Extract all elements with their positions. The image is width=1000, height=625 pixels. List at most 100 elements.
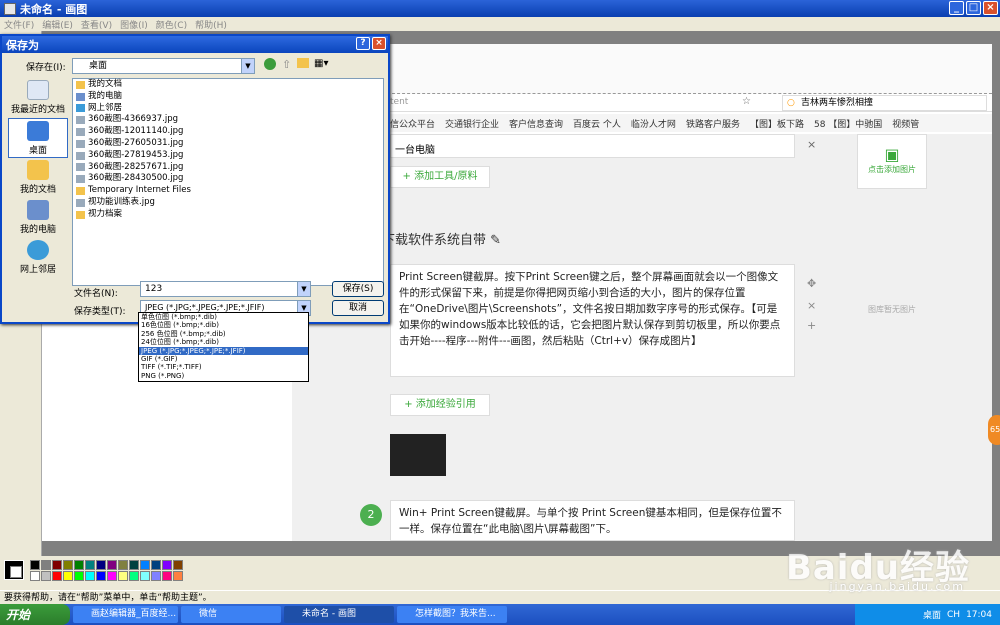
list-item[interactable]: 360截图-27605031.jpg <box>73 138 383 150</box>
color-swatch[interactable] <box>162 571 172 581</box>
color-swatch[interactable] <box>129 560 139 570</box>
bookmark-2[interactable]: 交通银行企业 <box>445 117 499 130</box>
search-box[interactable]: ○ 吉林两车惨烈相撞 <box>782 95 987 111</box>
color-swatch[interactable] <box>129 571 139 581</box>
bookmark-3[interactable]: 客户信息查询 <box>509 117 563 130</box>
back-icon[interactable] <box>264 58 276 70</box>
up-folder-icon[interactable]: ⇧ <box>282 58 291 71</box>
color-swatch[interactable] <box>96 571 106 581</box>
menu-colors[interactable]: 颜色(C) <box>156 18 187 31</box>
maximize-button[interactable]: □ <box>966 1 981 15</box>
color-swatch[interactable] <box>52 571 62 581</box>
dialog-close-button[interactable]: × <box>372 37 386 50</box>
tool-field[interactable]: 一台电脑 <box>390 134 795 158</box>
menu-file[interactable]: 文件(F) <box>4 18 34 31</box>
dropdown-option[interactable]: 24位位图 (*.bmp;*.dib) <box>139 338 308 346</box>
star-icon[interactable]: ☆ <box>742 96 751 107</box>
new-folder-icon[interactable] <box>297 58 309 68</box>
file-list[interactable]: 我的文档 我的电脑 网上邻居 360截图-4366937.jpg 360截图-1… <box>72 78 384 286</box>
color-swatch[interactable] <box>151 560 161 570</box>
bookmark-7[interactable]: 【图】板下路 <box>750 117 804 130</box>
color-swatch[interactable] <box>107 560 117 570</box>
color-swatch[interactable] <box>118 571 128 581</box>
step1-text[interactable]: Print Screen键截屏。按下Print Screen键之后，整个屏幕画面… <box>390 264 795 377</box>
add-icon[interactable]: + <box>807 319 816 332</box>
list-item[interactable]: Temporary Internet Files <box>73 185 383 197</box>
close-icon[interactable]: × <box>807 138 816 151</box>
color-swatch[interactable] <box>74 571 84 581</box>
color-swatch[interactable] <box>162 560 172 570</box>
color-swatch[interactable] <box>85 571 95 581</box>
place-my-computer[interactable]: 我的电脑 <box>8 198 68 238</box>
list-item[interactable]: 360截图-4366937.jpg <box>73 114 383 126</box>
place-network[interactable]: 网上邻居 <box>8 238 68 278</box>
floating-badge[interactable]: 65 <box>988 415 1000 445</box>
task-paint[interactable]: 未命名 - 画图 <box>284 606 394 623</box>
color-swatch[interactable] <box>52 560 62 570</box>
start-button[interactable]: 开始 <box>0 604 70 625</box>
dropdown-option-selected[interactable]: JPEG (*.JPG;*.JPEG;*.JPE;*.JFIF) <box>139 346 308 355</box>
menu-view[interactable]: 查看(V) <box>81 18 112 31</box>
delete-icon[interactable]: × <box>807 299 816 312</box>
task-wechat[interactable]: 微信 <box>181 606 281 623</box>
list-item[interactable]: 网上邻居 <box>73 103 383 115</box>
color-swatch[interactable] <box>74 560 84 570</box>
menu-help[interactable]: 帮助(H) <box>195 18 227 31</box>
bookmark-4[interactable]: 百度云 个人 <box>573 117 621 130</box>
list-item[interactable]: 视功能训练表.jpg <box>73 197 383 209</box>
place-my-documents[interactable]: 我的文档 <box>8 158 68 198</box>
color-swatch[interactable] <box>118 560 128 570</box>
color-swatch[interactable] <box>96 560 106 570</box>
minimize-button[interactable]: _ <box>949 1 964 15</box>
dropdown-option[interactable]: TIFF (*.TIF;*.TIFF) <box>139 363 308 371</box>
color-swatch[interactable] <box>85 560 95 570</box>
list-item[interactable]: 360截图-28257671.jpg <box>73 162 383 174</box>
move-icon[interactable]: ✥ <box>807 277 816 290</box>
background-color[interactable] <box>10 566 22 578</box>
list-item[interactable]: 我的文档 <box>73 79 383 91</box>
color-swatch[interactable] <box>41 571 51 581</box>
close-button[interactable]: × <box>983 1 998 15</box>
save-in-combo[interactable]: 桌面 ▼ <box>72 58 255 74</box>
address-bar[interactable]: tent ☆ ○ 吉林两车惨烈相撞 <box>382 94 992 112</box>
color-swatch[interactable] <box>140 560 150 570</box>
color-swatch[interactable] <box>173 571 183 581</box>
dropdown-option[interactable]: 256 色位图 (*.bmp;*.dib) <box>139 330 308 338</box>
color-swatch[interactable] <box>30 571 40 581</box>
color-swatch[interactable] <box>107 571 117 581</box>
add-tool-button[interactable]: + 添加工具/原料 <box>390 166 490 188</box>
place-desktop[interactable]: 桌面 <box>8 118 68 158</box>
filetype-dropdown-list[interactable]: 单色位图 (*.bmp;*.dib) 16色位图 (*.bmp;*.dib) 2… <box>138 312 309 382</box>
color-swatch[interactable] <box>63 571 73 581</box>
bookmark-6[interactable]: 铁路客户服务 <box>686 117 740 130</box>
view-menu-icon[interactable]: ▦▾ <box>314 58 328 69</box>
dropdown-option[interactable]: PNG (*.PNG) <box>139 372 308 380</box>
task-browser-2[interactable]: 怎样截图？我来告... <box>397 606 507 623</box>
list-item[interactable]: 360截图-27819453.jpg <box>73 150 383 162</box>
color-swatch[interactable] <box>151 571 161 581</box>
tray-desktop-label[interactable]: 桌面 <box>923 608 941 621</box>
language-indicator[interactable]: CH <box>947 610 960 620</box>
step2-text[interactable]: Win+ Print Screen键截屏。与单个按 Print Screen键基… <box>390 500 795 541</box>
add-image-button[interactable]: ▣ 点击添加图片 <box>857 134 927 189</box>
menu-image[interactable]: 图像(I) <box>120 18 148 31</box>
list-item[interactable]: 360截图-28430500.jpg <box>73 173 383 185</box>
bookmark-8[interactable]: 58 【图】中驰国 <box>814 117 882 130</box>
color-swatch[interactable] <box>30 560 40 570</box>
filename-field[interactable]: 123 ▼ <box>140 281 311 297</box>
list-item[interactable]: 360截图-12011140.jpg <box>73 126 383 138</box>
dropdown-option[interactable]: 16色位图 (*.bmp;*.dib) <box>139 321 308 329</box>
cancel-button[interactable]: 取消 <box>332 300 384 316</box>
dropdown-option[interactable]: GIF (*.GIF) <box>139 355 308 363</box>
place-recent[interactable]: 我最近的文档 <box>8 78 68 118</box>
task-browser[interactable]: 画赵编辑器_百度经... <box>73 606 178 623</box>
color-swatch[interactable] <box>173 560 183 570</box>
add-reference-button[interactable]: + 添加经验引用 <box>390 394 490 416</box>
bookmark-1[interactable]: 信公众平台 <box>390 117 435 130</box>
menu-edit[interactable]: 编辑(E) <box>42 18 73 31</box>
list-item[interactable]: 我的电脑 <box>73 91 383 103</box>
bookmark-5[interactable]: 临汾人才网 <box>631 117 676 130</box>
list-item[interactable]: 视力档案 <box>73 209 383 221</box>
color-swatch[interactable] <box>140 571 150 581</box>
color-swatch[interactable] <box>63 560 73 570</box>
